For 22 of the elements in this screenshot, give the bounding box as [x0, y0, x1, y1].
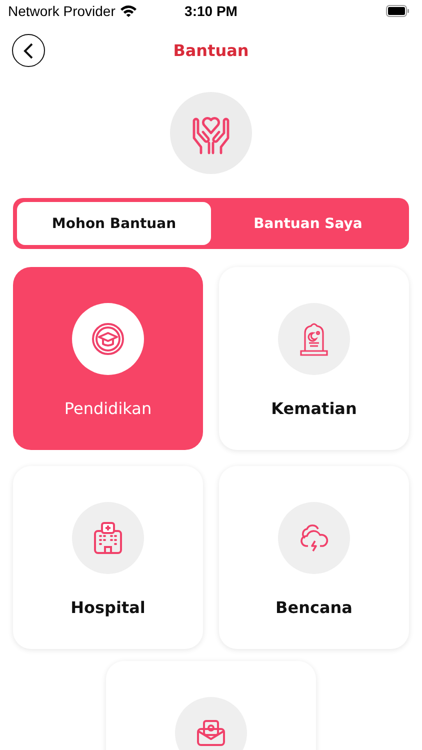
tab[interactable]: Bantuan Saya — [211, 202, 405, 245]
storm-cloud-icon — [299, 524, 329, 552]
page-title: Bantuan — [173, 40, 249, 60]
money-envelope-icon — [196, 719, 226, 747]
wifi-icon — [120, 5, 138, 17]
category-label: Pendidikan — [64, 399, 152, 418]
tab[interactable]: Mohon Bantuan — [17, 202, 211, 245]
back-button[interactable] — [12, 34, 45, 67]
category-card[interactable]: Pendidikan — [13, 267, 203, 450]
category-card[interactable]: Kematian — [219, 267, 409, 450]
category-card[interactable]: Bencana — [219, 466, 409, 649]
back-icon — [22, 42, 34, 58]
category-card[interactable]: Hospital — [13, 466, 203, 649]
category-label: Bencana — [276, 598, 352, 617]
category-label: Kematian — [271, 399, 357, 418]
battery-icon — [386, 5, 410, 17]
carrier-name: Network Provider — [8, 3, 116, 19]
category-label: Hospital — [70, 598, 146, 617]
clock-time: 3:10 PM — [184, 3, 238, 19]
graduation-cap-icon — [91, 322, 125, 356]
hospital-icon — [93, 521, 123, 555]
tombstone-icon — [297, 321, 331, 357]
